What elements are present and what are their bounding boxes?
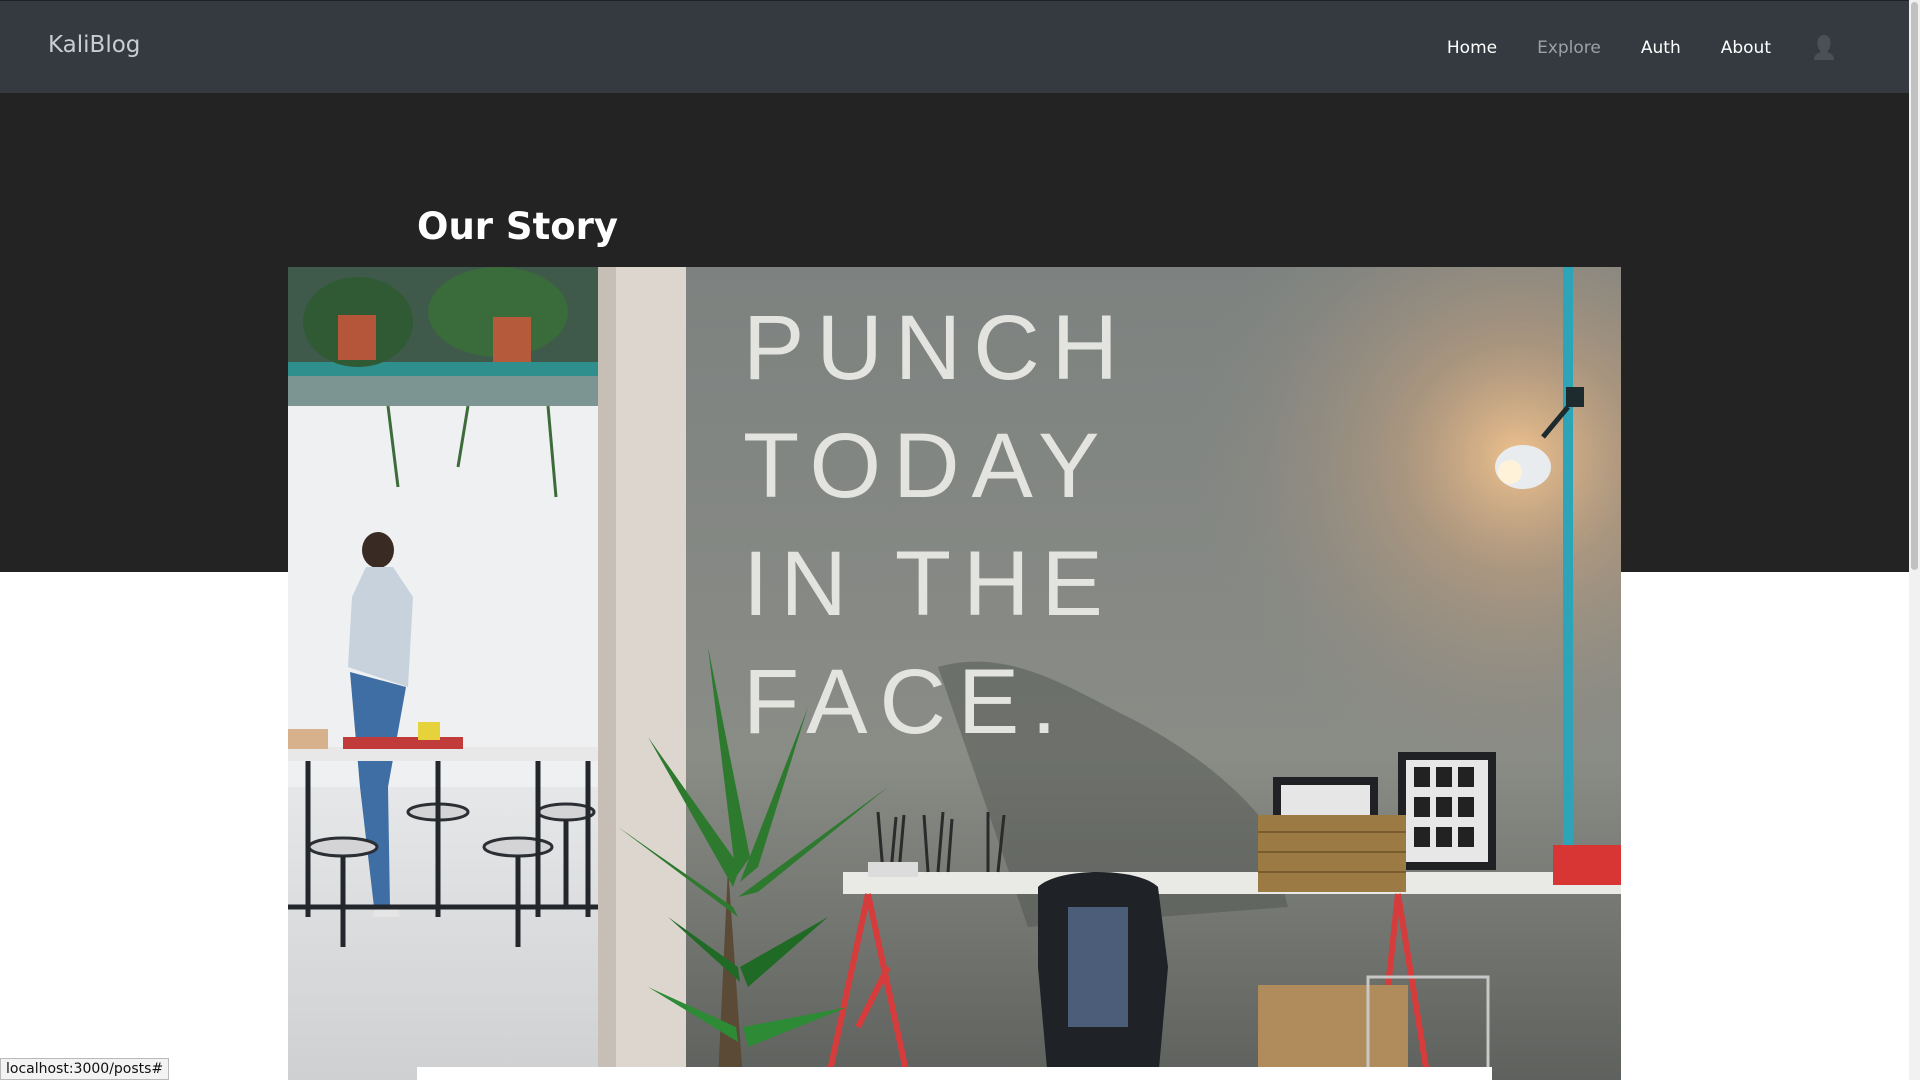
user-icon[interactable] bbox=[1811, 33, 1837, 61]
main-nav: Home Explore Auth About bbox=[1447, 35, 1909, 61]
wall-text-line-3: IN THE bbox=[743, 533, 1115, 635]
nav-link-explore[interactable]: Explore bbox=[1537, 38, 1601, 58]
wall-text-line-2: TODAY bbox=[743, 415, 1111, 517]
brand-logo-link[interactable]: KaliBlog bbox=[48, 32, 140, 58]
top-navbar: KaliBlog Home Explore Auth About bbox=[0, 0, 1909, 93]
content-card bbox=[417, 1067, 1492, 1080]
status-bar-url: localhost:3000/posts# bbox=[0, 1058, 170, 1080]
wall-text-line-1: PUNCH bbox=[743, 297, 1130, 399]
nav-link-auth[interactable]: Auth bbox=[1641, 38, 1681, 58]
nav-link-about[interactable]: About bbox=[1721, 38, 1771, 58]
page-scrollbar[interactable] bbox=[1909, 0, 1920, 1080]
scrollbar-thumb[interactable] bbox=[1911, 2, 1918, 570]
nav-link-home[interactable]: Home bbox=[1447, 38, 1497, 58]
story-photo: PUNCH TODAY IN THE FACE. bbox=[288, 267, 1621, 1080]
page-title: Our Story bbox=[417, 205, 619, 248]
wall-text-line-4: FACE. bbox=[743, 651, 1069, 753]
